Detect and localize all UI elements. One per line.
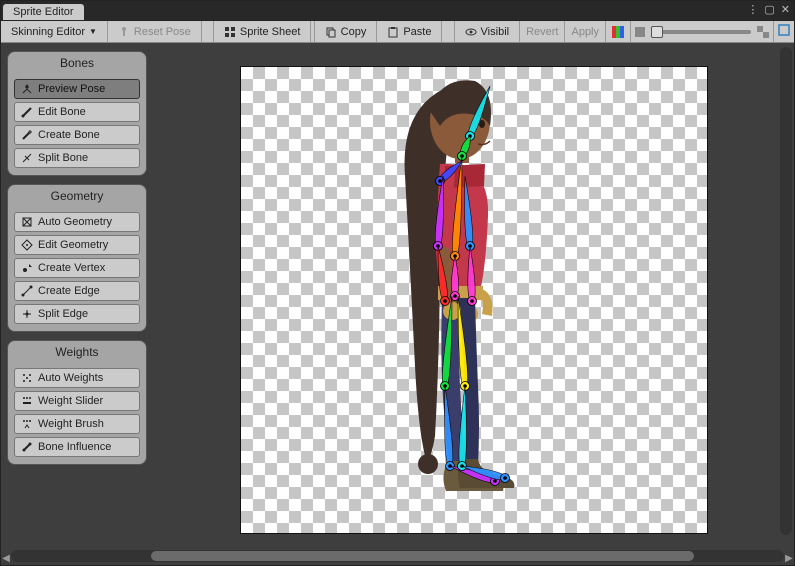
button-label: Weight Brush (38, 418, 104, 430)
weight-slider-button[interactable]: Weight Slider (14, 391, 140, 411)
chevron-down-icon: ▼ (89, 27, 97, 36)
create-vertex-button[interactable]: Create Vertex (14, 258, 140, 278)
status-bar: ◀ ▶ (1, 551, 794, 565)
bones-panel: Bones Preview Pose Edit Bone Create Bone… (7, 51, 147, 176)
paste-icon (387, 26, 399, 38)
rgb-icon (612, 26, 624, 38)
reset-pose-icon (118, 26, 130, 38)
button-label: Split Edge (38, 308, 88, 320)
edit-geometry-icon (21, 239, 33, 251)
tab-bar: Sprite Editor ⋮ ▢ ✕ (1, 1, 794, 21)
button-label: Edit Geometry (38, 239, 108, 251)
button-label: Weight Slider (38, 395, 103, 407)
revert-button[interactable]: Revert (520, 21, 565, 42)
tab-sprite-editor[interactable]: Sprite Editor (3, 4, 84, 20)
split-edge-icon (21, 308, 33, 320)
sprite-editor-window: Sprite Editor ⋮ ▢ ✕ Skinning Editor ▼ Re… (0, 0, 795, 566)
edit-bone-icon (21, 106, 33, 118)
auto-geometry-button[interactable]: Auto Geometry (14, 212, 140, 232)
horizontal-scrollbar[interactable] (11, 550, 784, 562)
bones-panel-title: Bones (8, 52, 146, 76)
weight-brush-button[interactable]: Weight Brush (14, 414, 140, 434)
bone-influence-icon (21, 441, 33, 453)
grid-icon (224, 26, 236, 38)
button-label: Preview Pose (38, 83, 105, 95)
create-vertex-icon (21, 262, 33, 274)
button-label: Create Edge (38, 285, 100, 297)
scroll-left-arrow[interactable]: ◀ (1, 553, 11, 564)
create-edge-button[interactable]: Create Edge (14, 281, 140, 301)
weight-slider-icon (21, 395, 33, 407)
reset-pose-button[interactable]: Reset Pose (108, 21, 202, 42)
horizontal-scroll-thumb[interactable] (151, 551, 694, 561)
button-label: Split Bone (38, 152, 88, 164)
split-bone-icon (21, 152, 33, 164)
geometry-panel-title: Geometry (8, 185, 146, 209)
split-edge-button[interactable]: Split Edge (14, 304, 140, 324)
toolbar: Skinning Editor ▼ Reset Pose Sprite Shee… (1, 21, 794, 43)
weights-panel-title: Weights (8, 341, 146, 365)
create-bone-icon (21, 129, 33, 141)
alpha-slider[interactable] (631, 21, 774, 42)
rgb-toggle[interactable] (606, 21, 631, 42)
edit-bone-button[interactable]: Edit Bone (14, 102, 140, 122)
button-label: Bone Influence (38, 441, 111, 453)
split-bone-button[interactable]: Split Bone (14, 148, 140, 168)
auto-weights-icon (21, 372, 33, 384)
create-bone-button[interactable]: Create Bone (14, 125, 140, 145)
canvas[interactable] (240, 66, 708, 534)
copy-button[interactable]: Copy (315, 21, 378, 42)
weight-brush-icon (21, 418, 33, 430)
close-icon[interactable]: ✕ (781, 3, 790, 16)
create-edge-icon (21, 285, 33, 297)
apply-button[interactable]: Apply (565, 21, 606, 42)
alpha-icon (635, 27, 645, 37)
bone-influence-button[interactable]: Bone Influence (14, 437, 140, 457)
maximize-icon[interactable]: ▢ (764, 3, 774, 16)
pose-icon (21, 83, 33, 95)
character-sprite[interactable] (240, 66, 708, 506)
edit-geometry-button[interactable]: Edit Geometry (14, 235, 140, 255)
viewport[interactable] (153, 43, 794, 551)
paste-button[interactable]: Paste (377, 21, 442, 42)
button-label: Auto Weights (38, 372, 103, 384)
auto-geometry-icon (21, 216, 33, 228)
sprite-sheet-button[interactable]: Sprite Sheet (214, 21, 312, 42)
editor-body: Bones Preview Pose Edit Bone Create Bone… (1, 43, 794, 551)
visibility-button[interactable]: Visibil (455, 21, 521, 42)
zoom-slider[interactable] (651, 30, 751, 34)
geometry-panel: Geometry Auto Geometry Edit Geometry Cre… (7, 184, 147, 332)
weights-panel: Weights Auto Weights Weight Slider Weigh… (7, 340, 147, 465)
scroll-right-arrow[interactable]: ▶ (784, 553, 794, 564)
auto-weights-button[interactable]: Auto Weights (14, 368, 140, 388)
button-label: Create Vertex (38, 262, 105, 274)
tools-sidebar: Bones Preview Pose Edit Bone Create Bone… (1, 43, 153, 551)
vertical-scrollbar[interactable] (780, 47, 792, 535)
fit-icon[interactable] (774, 24, 794, 39)
button-label: Create Bone (38, 129, 100, 141)
copy-icon (325, 26, 337, 38)
mode-dropdown[interactable]: Skinning Editor ▼ (1, 21, 108, 42)
preview-pose-button[interactable]: Preview Pose (14, 79, 140, 99)
kebab-menu-icon[interactable]: ⋮ (747, 3, 758, 16)
button-label: Auto Geometry (38, 216, 112, 228)
checker-icon (757, 26, 769, 38)
eye-icon (465, 26, 477, 38)
button-label: Edit Bone (38, 106, 86, 118)
